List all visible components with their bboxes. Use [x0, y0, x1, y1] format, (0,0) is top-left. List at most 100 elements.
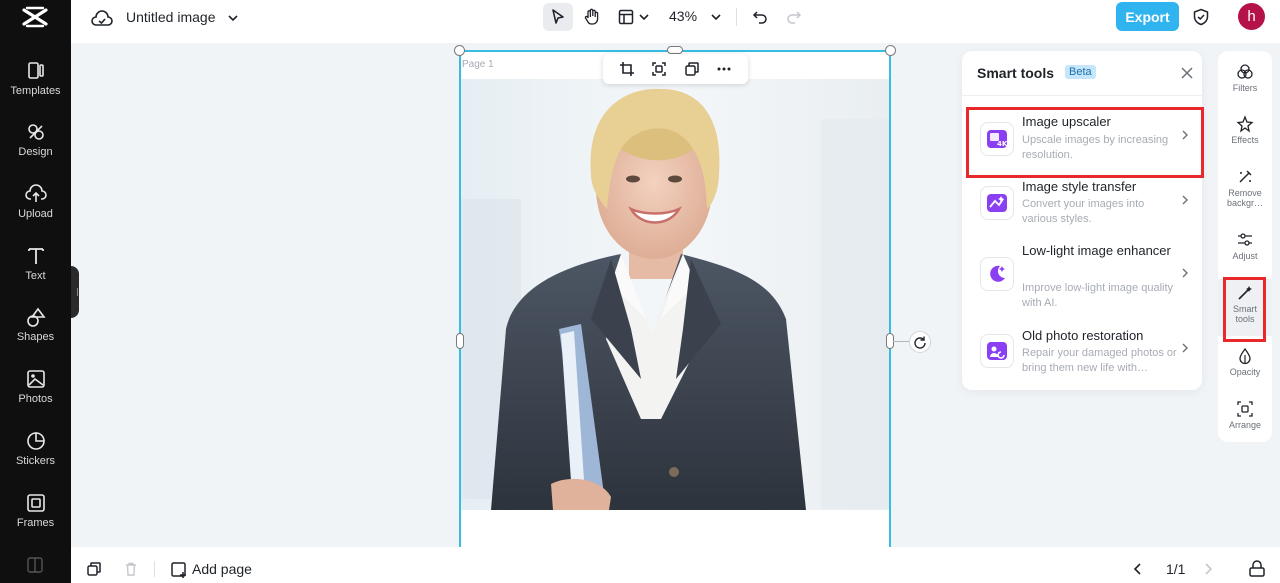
- arrange-icon: [1237, 401, 1253, 417]
- chevron-right-icon[interactable]: [1202, 562, 1214, 576]
- duplicate-icon: [684, 62, 699, 76]
- avatar[interactable]: h: [1238, 3, 1265, 30]
- rb-arrange-label: Arrange: [1228, 420, 1262, 430]
- smart-tools-panel: Smart tools Beta 4K Image upscaler Upsca…: [962, 51, 1202, 390]
- woman-business-photo[interactable]: [461, 79, 889, 510]
- chevron-down-icon[interactable]: [227, 12, 239, 24]
- layout-menu-button[interactable]: [614, 3, 654, 31]
- nav-stickers-label: Stickers: [15, 455, 56, 467]
- shield-icon[interactable]: [1192, 8, 1210, 26]
- nav-photos[interactable]: Photos: [0, 368, 71, 418]
- panel-title: Smart tools: [977, 65, 1055, 81]
- layout-icon: [618, 9, 634, 25]
- layers-icon[interactable]: [1248, 560, 1266, 578]
- export-button[interactable]: Export: [1116, 2, 1179, 31]
- nav-design[interactable]: Design: [0, 121, 71, 171]
- rb-smart-tools-label: Smart tools: [1232, 304, 1257, 324]
- duplicate-button[interactable]: [680, 57, 704, 81]
- rb-smart-tools[interactable]: Smart tools: [1218, 279, 1272, 336]
- magic-wand-icon: [1238, 286, 1252, 300]
- trash-icon[interactable]: [123, 561, 139, 577]
- rb-opacity-label: Opacity: [1229, 367, 1261, 377]
- rotate-handle[interactable]: [909, 331, 931, 353]
- document-title[interactable]: Untitled image: [126, 9, 216, 25]
- nav-shapes-label: Shapes: [16, 331, 55, 343]
- select-tool-button[interactable]: [543, 3, 573, 31]
- duplicate-page-icon[interactable]: [86, 561, 102, 577]
- nav-shapes[interactable]: Shapes: [0, 306, 71, 356]
- nav-frames-label: Frames: [16, 517, 55, 529]
- nav-design-label: Design: [18, 146, 53, 158]
- undo-button[interactable]: [748, 3, 772, 31]
- top-bar: Untitled image 43% Export h: [71, 0, 1280, 43]
- flip-button[interactable]: [647, 57, 671, 81]
- more-options-button[interactable]: [712, 57, 736, 81]
- rb-opacity[interactable]: Opacity: [1218, 347, 1272, 377]
- nav-stickers[interactable]: Stickers: [0, 430, 71, 480]
- add-page-icon[interactable]: [170, 561, 188, 579]
- panel-divider: [962, 95, 1202, 96]
- rotate-icon: [914, 336, 926, 349]
- undo-icon: [752, 11, 767, 24]
- moon-enhance-icon: [980, 257, 1014, 291]
- nav-text[interactable]: Text: [0, 245, 71, 295]
- resize-handle-top[interactable]: [667, 46, 683, 54]
- crop-icon: [620, 62, 635, 76]
- nav-templates[interactable]: Templates: [0, 60, 71, 110]
- tool-low-light-enhancer[interactable]: Low-light image enhancer Improve low-lig…: [972, 239, 1196, 315]
- redo-button[interactable]: [782, 3, 806, 31]
- page-label: Page 1: [462, 59, 494, 70]
- chevron-left-icon[interactable]: [1132, 562, 1144, 576]
- opacity-drop-icon: [1239, 347, 1251, 365]
- rotate-connector: [893, 341, 909, 342]
- chevron-down-icon: [639, 14, 649, 21]
- cloud-icon[interactable]: [91, 9, 113, 29]
- photo-restore-icon: [980, 334, 1014, 368]
- add-page-button[interactable]: Add page: [192, 561, 252, 577]
- beta-badge: Beta: [1065, 65, 1096, 79]
- rb-arrange[interactable]: Arrange: [1218, 400, 1272, 430]
- upload-icon: [24, 184, 47, 202]
- tool-image-style-transfer[interactable]: Image style transfer Convert your images…: [972, 175, 1196, 231]
- pointer-icon: [552, 9, 564, 24]
- remove-background-icon: [1239, 170, 1252, 183]
- photos-icon: [26, 370, 45, 388]
- rb-effects[interactable]: Effects: [1218, 115, 1272, 145]
- tool-name: Old photo restoration: [1022, 328, 1144, 343]
- zoom-level[interactable]: 43%: [669, 8, 697, 24]
- design-icon: [27, 124, 44, 140]
- capcut-logo-icon[interactable]: [22, 6, 48, 28]
- chevron-right-icon: [1182, 343, 1188, 353]
- rb-effects-label: Effects: [1231, 135, 1259, 145]
- resize-handle-top-left[interactable]: [454, 45, 465, 56]
- chevron-right-icon: [1182, 268, 1188, 278]
- nav-templates-label: Templates: [10, 85, 61, 97]
- nav-frames[interactable]: Frames: [0, 492, 71, 542]
- tool-old-photo-restoration[interactable]: Old photo restoration Repair your damage…: [972, 324, 1196, 380]
- tool-desc: Improve low-light image quality with AI.: [1022, 282, 1174, 309]
- tool-desc: Upscale images by increasing resolution.: [1022, 134, 1169, 161]
- rb-filters[interactable]: Filters: [1218, 63, 1272, 93]
- rb-adjust[interactable]: Adjust: [1218, 231, 1272, 261]
- tool-image-upscaler[interactable]: 4K Image upscaler Upscale images by incr…: [972, 109, 1196, 165]
- rb-remove-background[interactable]: Remove backgr…: [1218, 168, 1272, 208]
- stickers-icon: [26, 432, 45, 450]
- zoom-dropdown-button[interactable]: [707, 3, 725, 31]
- resize-handle-left[interactable]: [456, 333, 464, 349]
- shapes-icon: [26, 307, 46, 327]
- floating-toolbar: [603, 54, 748, 84]
- svg-text:4K: 4K: [997, 140, 1008, 148]
- hand-tool-button[interactable]: [577, 3, 607, 31]
- resize-handle-top-right[interactable]: [885, 45, 896, 56]
- tool-name: Image style transfer: [1022, 179, 1137, 194]
- sidebar-collapse-handle[interactable]: [71, 266, 79, 318]
- close-icon[interactable]: [1180, 66, 1194, 80]
- crop-button[interactable]: [615, 57, 639, 81]
- more-apps-icon[interactable]: [26, 556, 44, 574]
- left-sidebar: Templates Design Upload Text Shapes Phot…: [0, 0, 71, 583]
- image-4k-icon: 4K: [980, 122, 1014, 156]
- more-dots-icon: [717, 67, 731, 71]
- chevron-right-icon: [1182, 195, 1188, 205]
- nav-upload[interactable]: Upload: [0, 183, 71, 233]
- frames-icon: [26, 494, 45, 512]
